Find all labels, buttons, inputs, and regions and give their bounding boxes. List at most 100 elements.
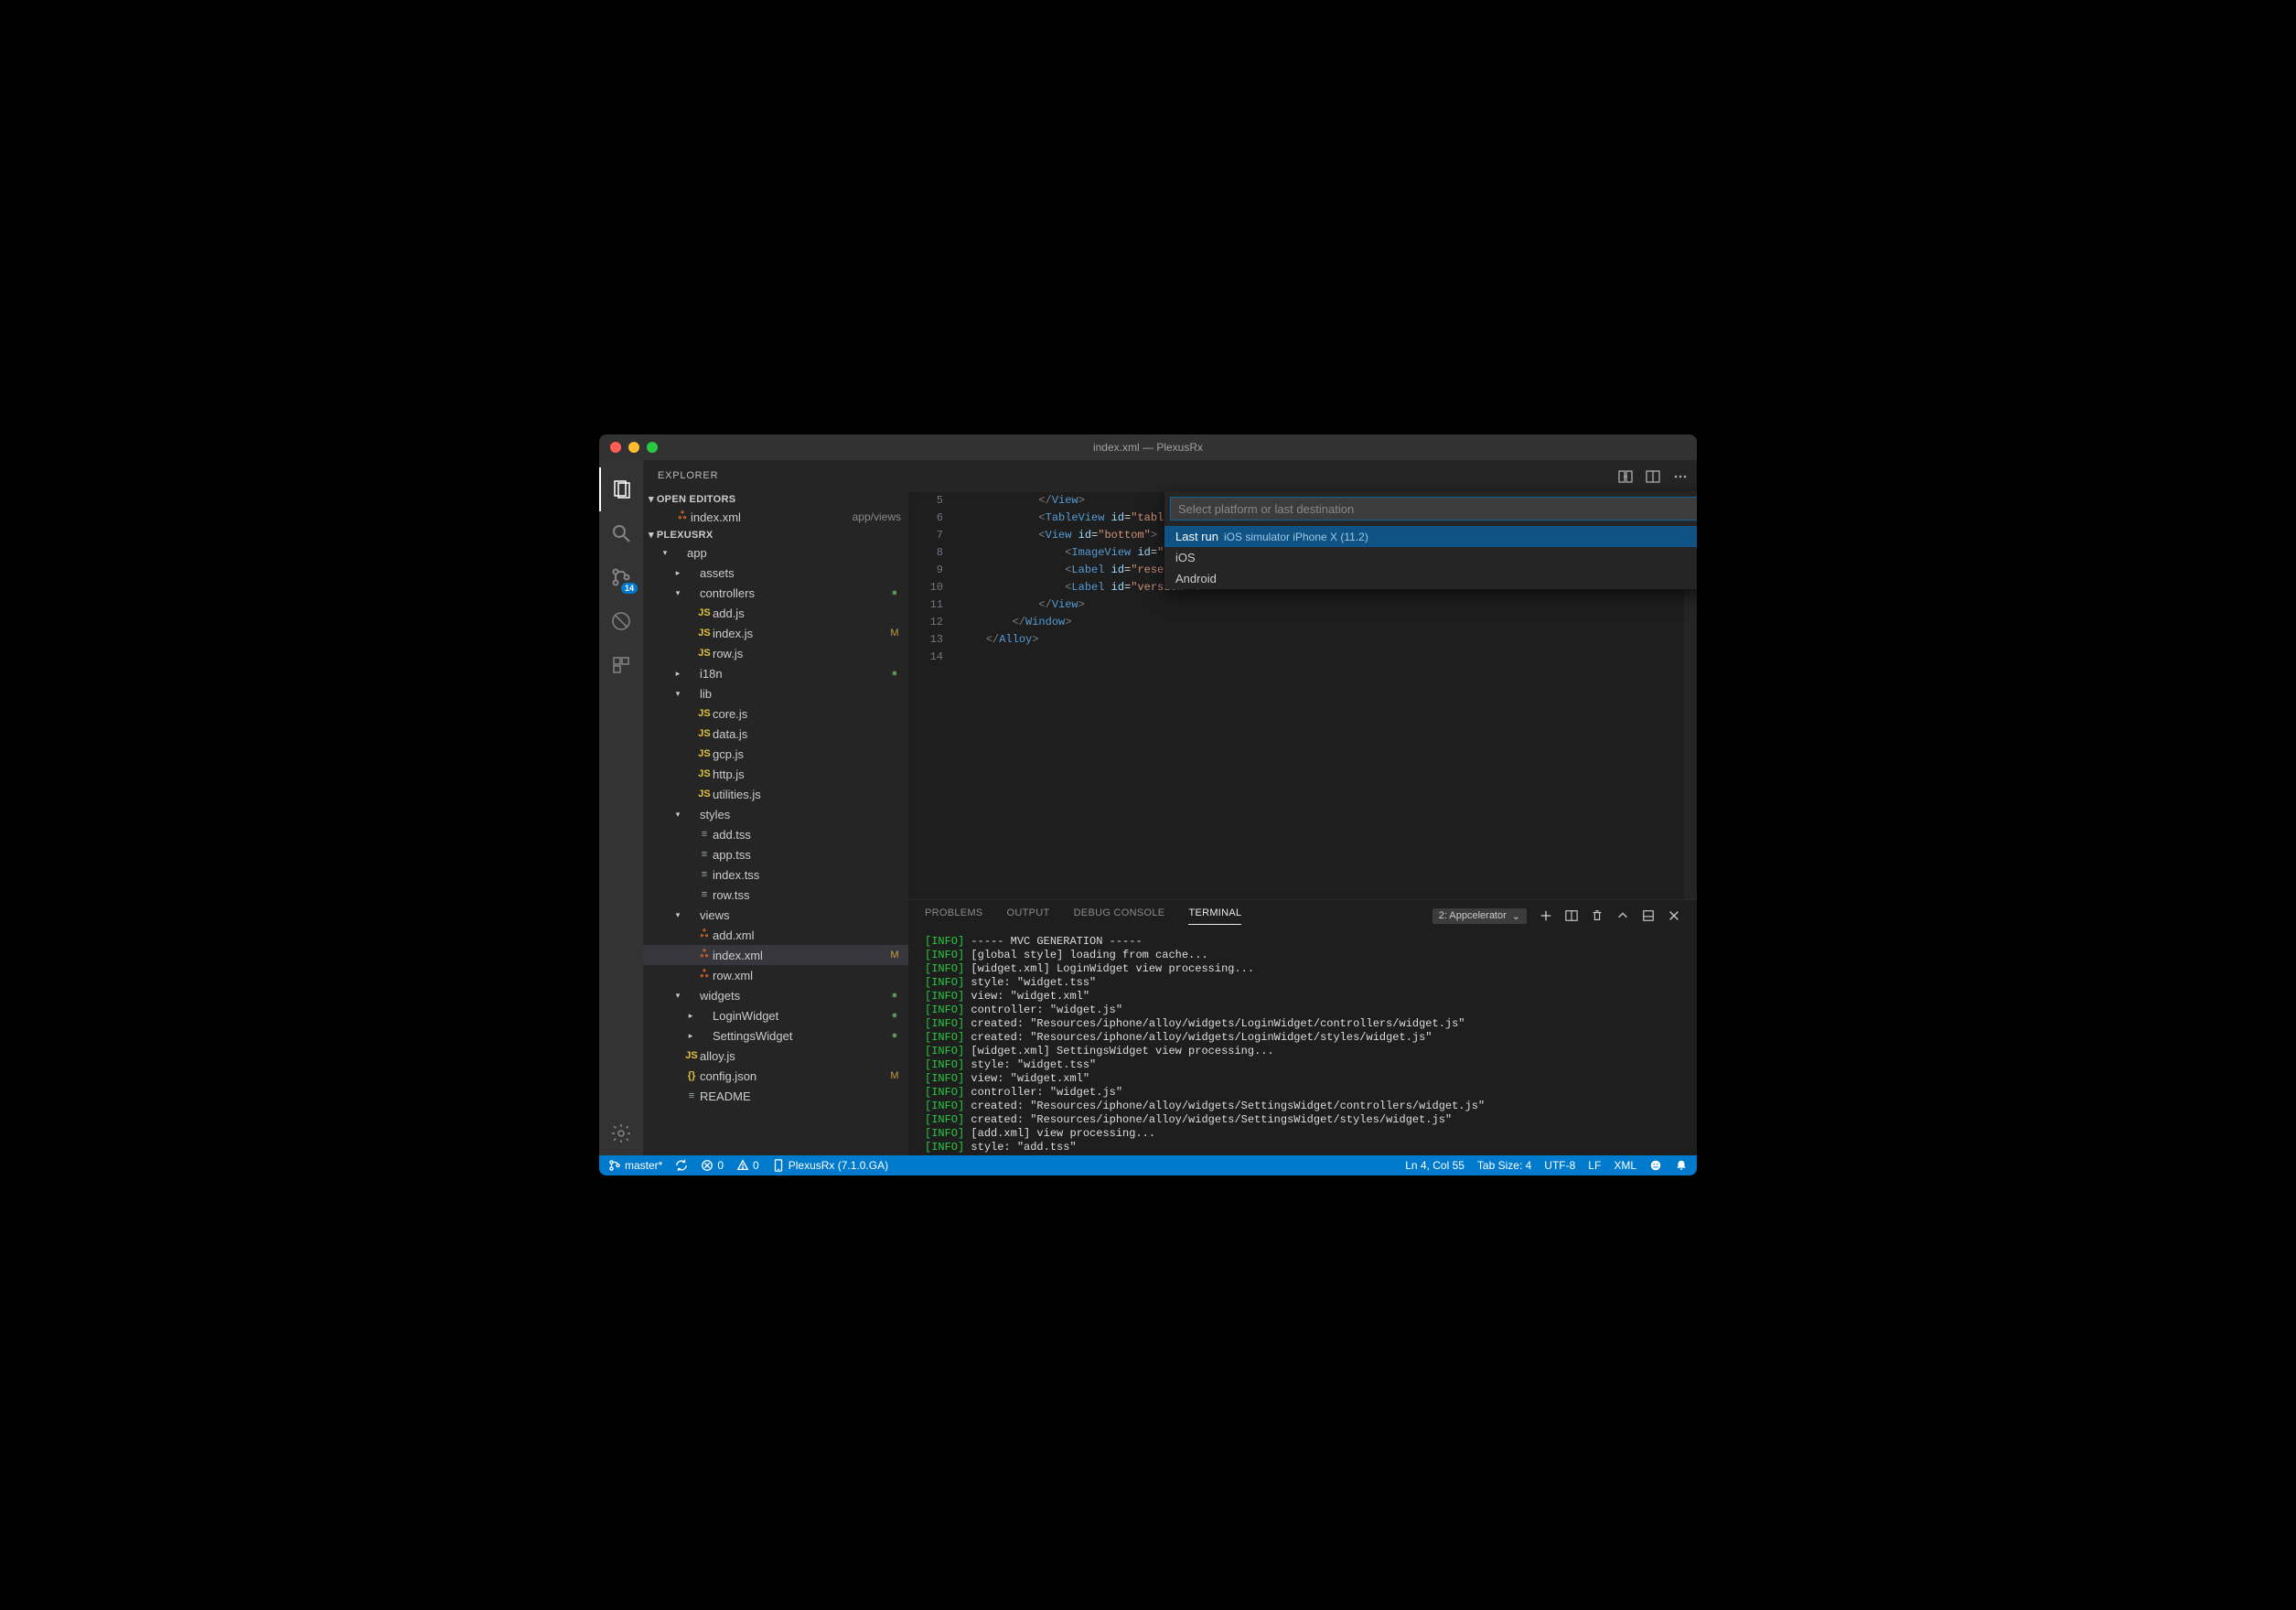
split-terminal-icon[interactable]	[1565, 909, 1578, 922]
chevron-down-icon: ▾	[649, 529, 654, 541]
scm-status: ●	[888, 668, 901, 679]
terminal-selector[interactable]: 2: Appcelerator⌄	[1432, 908, 1527, 924]
chevron-down-icon: ▾	[672, 689, 683, 699]
close-panel-icon[interactable]	[1668, 909, 1680, 922]
file-item[interactable]: JSgcp.js	[643, 744, 908, 764]
file-type-icon: ≡	[696, 869, 713, 880]
quickpick-item[interactable]: Last runiOS simulator iPhone X (11.2)	[1164, 526, 1697, 547]
maximize-panel-icon[interactable]	[1642, 909, 1655, 922]
file-type-icon: ஃ	[696, 969, 713, 982]
scm-status: M	[888, 950, 901, 961]
explorer-icon[interactable]	[599, 467, 643, 511]
item-label: config.json	[700, 1069, 888, 1083]
feedback-icon[interactable]	[1649, 1159, 1662, 1172]
item-label: index.tss	[713, 868, 888, 882]
eol[interactable]: LF	[1588, 1159, 1601, 1172]
folder-item[interactable]: ▸assets	[643, 563, 908, 583]
folder-item[interactable]: ▾widgets●	[643, 985, 908, 1005]
file-item[interactable]: JSdata.js	[643, 724, 908, 744]
quickpick-item[interactable]: iOS	[1164, 547, 1697, 568]
app-status[interactable]: PlexusRx (7.1.0.GA)	[772, 1159, 888, 1172]
item-label: controllers	[700, 586, 888, 600]
item-label: SettingsWidget	[713, 1029, 888, 1043]
file-item[interactable]: {}config.jsonM	[643, 1066, 908, 1086]
extensions-icon[interactable]	[599, 643, 643, 687]
terminal-output[interactable]: [INFO] ----- MVC GENERATION -----[INFO] …	[908, 931, 1697, 1155]
file-item[interactable]: JScore.js	[643, 703, 908, 724]
file-item[interactable]: JShttp.js	[643, 764, 908, 784]
trash-icon[interactable]	[1591, 909, 1604, 922]
panel-actions: 2: Appcelerator⌄	[1432, 908, 1680, 924]
scm-status: ●	[888, 990, 901, 1001]
file-item[interactable]: JSalloy.js	[643, 1046, 908, 1066]
scm-status: M	[888, 628, 901, 639]
open-editors-section[interactable]: ▾ OPEN EDITORS	[643, 491, 908, 507]
panel-tabs: PROBLEMS OUTPUT DEBUG CONSOLE TERMINAL 2: A…	[908, 900, 1697, 931]
file-item[interactable]: ஃadd.xml	[643, 925, 908, 945]
file-item[interactable]: ஃrow.xml	[643, 965, 908, 985]
warnings-count[interactable]: 0	[736, 1159, 759, 1172]
file-type-icon: JS	[683, 1050, 700, 1061]
search-icon[interactable]	[599, 511, 643, 555]
tab-size[interactable]: Tab Size: 4	[1477, 1159, 1531, 1172]
file-item[interactable]: JSrow.js	[643, 643, 908, 663]
errors-count[interactable]: 0	[701, 1159, 724, 1172]
chevron-down-icon: ▾	[649, 493, 654, 505]
folder-item[interactable]: ▸LoginWidget●	[643, 1005, 908, 1025]
panel-tab-output[interactable]: OUTPUT	[1007, 907, 1050, 925]
project-section[interactable]: ▾ PLEXUSRX	[643, 527, 908, 542]
file-type-icon: JS	[696, 708, 713, 719]
folder-item[interactable]: ▾controllers●	[643, 583, 908, 603]
window-title: index.xml — PlexusRx	[599, 441, 1697, 454]
quickpick-input[interactable]: Select platform or last destination	[1170, 497, 1697, 521]
new-terminal-icon[interactable]	[1540, 909, 1552, 922]
item-label: widgets	[700, 989, 888, 1003]
notifications-icon[interactable]	[1675, 1159, 1688, 1172]
chevron-right-icon: ▸	[685, 1031, 696, 1041]
scm-status: ●	[888, 587, 901, 598]
file-type-icon: JS	[696, 728, 713, 739]
scm-status: M	[888, 1070, 901, 1081]
folder-item[interactable]: ▾views	[643, 905, 908, 925]
file-type-icon: JS	[696, 648, 713, 659]
cursor-position[interactable]: Ln 4, Col 55	[1405, 1159, 1465, 1172]
language-mode[interactable]: XML	[1614, 1159, 1636, 1172]
file-item[interactable]: ≡app.tss	[643, 844, 908, 864]
folder-item[interactable]: ▾ lib	[643, 683, 908, 703]
more-icon[interactable]	[1673, 469, 1688, 484]
sync-icon[interactable]	[675, 1159, 688, 1172]
encoding[interactable]: UTF-8	[1544, 1159, 1575, 1172]
debug-icon[interactable]	[599, 599, 643, 643]
titlebar: index.xml — PlexusRx	[599, 435, 1697, 460]
quickpick-item[interactable]: Android	[1164, 568, 1697, 589]
file-item[interactable]: ≡index.tss	[643, 864, 908, 885]
vscode-window: index.xml — PlexusRx 14	[599, 435, 1697, 1175]
split-editor-icon[interactable]	[1646, 469, 1660, 484]
source-control-icon[interactable]: 14	[599, 555, 643, 599]
file-item[interactable]: JSutilities.js	[643, 784, 908, 804]
open-editor-item[interactable]: ஃ index.xml app/views	[643, 507, 908, 527]
file-item[interactable]: ≡add.tss	[643, 824, 908, 844]
settings-gear-icon[interactable]	[599, 1111, 643, 1155]
file-item[interactable]: ஃindex.xmlM	[643, 945, 908, 965]
file-item[interactable]: JSadd.js	[643, 603, 908, 623]
panel-tab-debug-console[interactable]: DEBUG CONSOLE	[1074, 907, 1165, 925]
folder-item[interactable]: ▸i18n●	[643, 663, 908, 683]
bottom-panel: PROBLEMS OUTPUT DEBUG CONSOLE TERMINAL 2: A…	[908, 899, 1697, 1155]
folder-item[interactable]: ▸SettingsWidget●	[643, 1025, 908, 1046]
chevron-up-icon[interactable]	[1616, 909, 1629, 922]
file-item[interactable]: JSindex.jsM	[643, 623, 908, 643]
file-item[interactable]: ≡row.tss	[643, 885, 908, 905]
git-branch[interactable]: master*	[608, 1159, 662, 1172]
file-item[interactable]: ≡README	[643, 1086, 908, 1106]
item-label: index.xml	[713, 949, 888, 962]
compare-changes-icon[interactable]	[1618, 469, 1633, 484]
item-label: gcp.js	[713, 747, 888, 761]
folder-item[interactable]: ▾app	[643, 542, 908, 563]
panel-tab-terminal[interactable]: TERMINAL	[1188, 907, 1241, 925]
item-label: lib	[700, 687, 888, 701]
panel-tab-problems[interactable]: PROBLEMS	[925, 907, 983, 925]
folder-item[interactable]: ▾styles	[643, 804, 908, 824]
item-label: app	[687, 546, 888, 560]
chevron-right-icon: ▸	[685, 1011, 696, 1021]
